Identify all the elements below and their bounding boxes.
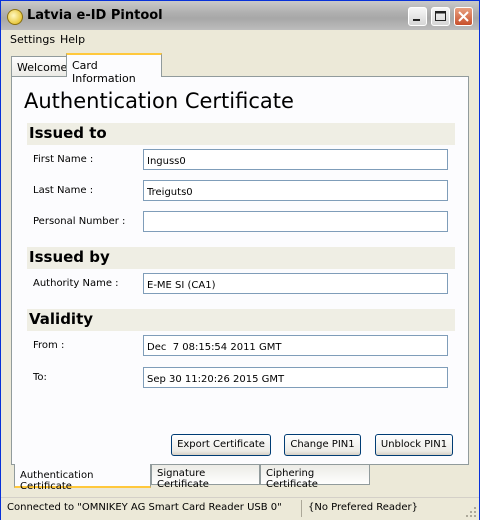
menu-help[interactable]: Help [60,33,85,46]
section-issued-by: Issued by [27,247,455,269]
maximize-button[interactable] [431,7,450,26]
tab-ciphering-certificate[interactable]: Ciphering Certificate [260,465,370,490]
tab-authentication-certificate-label: Authentication Certificate [20,470,94,492]
menu-settings[interactable]: Settings [10,33,55,46]
valid-to-label: To: [33,372,47,383]
change-pin1-button[interactable]: Change PIN1 [284,434,361,456]
section-validity: Validity [27,309,455,331]
certificate-heading: Authentication Certificate [24,89,294,113]
valid-from-field[interactable] [143,335,448,356]
status-separator [301,500,302,517]
status-bar: Connected to "OMNIKEY AG Smart Card Read… [1,497,479,520]
minimize-button[interactable] [408,7,427,26]
tab-authentication-certificate[interactable]: Authentication Certificate [14,464,151,492]
minimize-icon [413,19,420,21]
last-name-label: Last Name : [33,185,94,196]
valid-from-label: From : [33,340,65,351]
tab-card-information[interactable]: Card Information [66,53,162,85]
section-validity-title: Validity [29,310,94,328]
window-title: Latvia e-ID Pintool [27,8,163,23]
section-issued-to: Issued to [27,123,455,145]
app-window: Latvia e-ID Pintool Settings Help Welcom… [0,0,480,520]
maximize-icon [435,11,446,21]
close-icon [458,11,469,22]
tab-card-information-label: Card Information [72,59,136,85]
tab-signature-certificate-label: Signature Certificate [157,468,209,490]
valid-to-field[interactable] [143,367,448,388]
title-bar[interactable]: Latvia e-ID Pintool [1,1,479,30]
resize-grip-icon[interactable] [465,506,477,518]
tab-welcome[interactable]: Welcome [11,56,67,76]
first-name-field[interactable] [143,149,448,170]
section-issued-to-title: Issued to [29,124,107,142]
authority-name-field[interactable] [143,273,448,294]
section-issued-by-title: Issued by [29,248,110,266]
reader-status: {No Prefered Reader} [308,502,419,513]
tab-ciphering-certificate-label: Ciphering Certificate [266,468,318,490]
tab-welcome-label: Welcome [17,61,68,74]
authority-name-label: Authority Name : [33,278,119,289]
menu-bar: Settings Help [1,30,479,50]
card-information-panel: Authentication Certificate Issued to Fir… [11,76,469,465]
personal-number-field[interactable] [143,211,448,232]
tab-signature-certificate[interactable]: Signature Certificate [151,465,260,490]
close-button[interactable] [454,7,473,26]
app-icon [7,9,23,25]
first-name-label: First Name : [33,154,94,165]
last-name-field[interactable] [143,180,448,201]
unblock-pin1-button[interactable]: Unblock PIN1 [375,434,453,456]
connection-status: Connected to "OMNIKEY AG Smart Card Read… [7,502,282,513]
personal-number-label: Personal Number : [33,216,126,227]
export-certificate-button[interactable]: Export Certificate [171,434,271,456]
